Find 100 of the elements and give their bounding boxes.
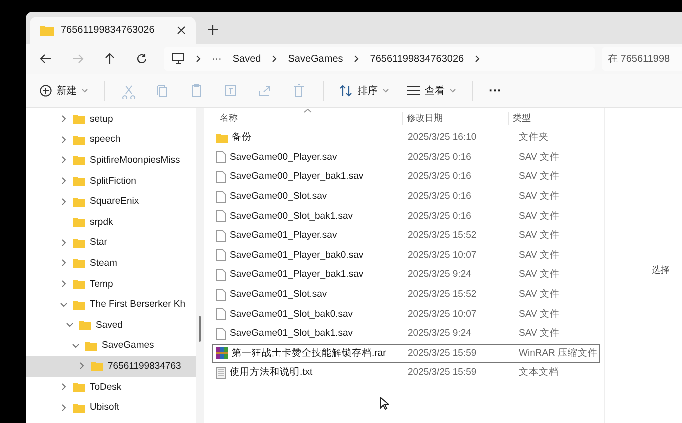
file-row[interactable]: SaveGame00_Slot_bak1.sav 2025/3/25 0:16 SAV 文件 [212,206,600,226]
file-type: SAV 文件 [518,170,561,184]
file-type: SAV 文件 [518,288,561,302]
file-row[interactable]: 第一狂战士卡赞全技能解锁存档.rar 2025/3/25 15:59 WinRAR 压缩文件 [212,344,600,364]
file-icon [216,170,226,183]
file-row[interactable]: SaveGame01_Slot_bak1.sav 2025/3/25 9:24 SAV 文件 [212,324,600,344]
file-type: WinRAR 压缩文件 [518,346,599,360]
file-name: SaveGame01_Slot_bak0.sav [230,308,354,320]
file-row[interactable]: SaveGame01_Slot_bak0.sav 2025/3/25 10:07 SAV 文件 [212,304,600,324]
modified-date: 2025/3/25 15:59 [407,348,478,359]
chevron-icon[interactable] [272,55,278,63]
modified-date: 2025/3/25 15:59 [407,367,478,378]
file-row[interactable]: SaveGame00_Slot.sav 2025/3/25 0:16 SAV 文件 [212,186,600,206]
tree-item[interactable]: srpdk [26,212,196,233]
tree-item[interactable]: Steam [26,253,196,274]
file-icon [216,268,226,281]
view-button[interactable]: 查看 [403,80,460,100]
column-header[interactable]: 修改日期 [402,112,508,124]
file-icon [216,328,226,340]
folder-icon [40,25,54,36]
file-row[interactable]: SaveGame01_Player.sav 2025/3/25 15:52 SAV 文件 [212,226,600,246]
window-tab[interactable]: 76561199834763026 [30,17,196,44]
folder-icon [91,361,103,372]
folder-icon [73,279,85,290]
file-type: SAV 文件 [518,268,561,282]
tree-item[interactable]: SplitFiction [26,170,196,192]
file-row[interactable]: SaveGame01_Slot.sav 2025/3/25 15:52 SAV 文件 [212,284,600,304]
file-name: SaveGame01_Player_bak1.sav [230,269,364,280]
sort-button[interactable]: 排序 [336,80,393,100]
file-name: SaveGame01_Player.sav [230,230,338,242]
sort-arrows-icon [340,84,353,96]
modified-date: 2025/3/25 0:16 [407,152,472,163]
tree-item[interactable]: Saved [26,314,196,336]
file-name: SaveGame01_Slot.sav [230,289,328,300]
tree-item[interactable]: SpitfireMoonpiesMiss [26,150,196,171]
folder-icon [73,300,85,310]
back-arrow-icon[interactable] [40,53,52,65]
column-header[interactable]: 名称 [212,112,402,124]
file-type: SAV 文件 [518,229,561,242]
file-type: SAV 文件 [518,150,561,164]
folder-icon [73,382,85,392]
list-lines-icon [407,86,420,96]
breadcrumb[interactable]: 76561199834763026 [370,54,464,64]
tree-item[interactable]: Star [26,232,196,254]
file-row[interactable]: 备份 2025/3/25 16:10 文件夹 [212,128,600,148]
file-row[interactable]: SaveGame00_Player.sav 2025/3/25 0:16 SAV 文件 [212,148,600,168]
scrollbar-thumb[interactable] [199,316,201,342]
new-tab-icon[interactable] [208,25,218,35]
file-icon [216,288,226,301]
text-document-icon [216,366,226,379]
new-button[interactable]: 新建 [36,80,92,100]
chevron-icon[interactable] [475,55,480,63]
modified-date: 2025/3/25 10:07 [407,308,478,320]
tree-item[interactable]: setup [26,109,196,130]
file-row[interactable]: SaveGame00_Player_bak1.sav 2025/3/25 0:16 SAV 文件 [212,167,600,187]
folder-icon [73,238,85,248]
file-type: SAV 文件 [518,210,561,223]
folder-icon [85,340,97,351]
folder-icon [79,320,91,330]
breadcrumb[interactable]: SaveGames [288,54,344,64]
file-icon [216,210,226,222]
tree-item[interactable]: speech [26,130,196,150]
close-icon[interactable] [177,26,186,35]
address-bar[interactable]: ··· Saved SaveGames 76561199834763026 [164,47,595,71]
file-row[interactable]: 使用方法和说明.txt 2025/3/25 15:59 文本文档 [212,363,600,383]
search-field[interactable]: 在 765611998 [602,47,682,71]
up-arrow-icon[interactable] [104,53,116,65]
modified-date: 2025/3/25 10:07 [407,250,478,261]
file-name: 备份 [232,131,252,144]
tree-item[interactable]: SquareEnix [26,191,196,212]
tree-item[interactable]: Temp [26,274,196,294]
file-name: SaveGame00_Slot_bak1.sav [230,210,354,222]
mouse-pointer-icon [380,397,389,410]
modified-date: 2025/3/25 16:10 [407,132,478,144]
more-button[interactable]: ··· [485,80,506,101]
caret-icon [383,88,389,92]
column-header[interactable]: 类型 [508,112,604,124]
refresh-icon[interactable] [136,53,148,65]
tree-item[interactable]: ToDesk [26,376,196,398]
file-row[interactable]: SaveGame01_Player_bak0.sav 2025/3/25 10:07 SAV 文件 [212,246,600,266]
file-name: 使用方法和说明.txt [230,366,313,380]
folder-icon [73,402,85,413]
folder-icon [73,258,85,268]
sort-caret-icon [304,109,312,113]
file-type: SAV 文件 [518,327,561,340]
modified-date: 2025/3/25 9:24 [407,269,472,280]
chevron-icon[interactable] [354,55,360,63]
caret-icon [450,88,456,92]
breadcrumb-overflow[interactable]: ··· [212,54,222,64]
breadcrumb[interactable]: Saved [232,54,262,64]
tree-item[interactable]: SaveGames [26,336,196,356]
tree-item[interactable]: 76561199834763 [26,356,196,377]
file-type: 文本文档 [518,366,560,380]
file-row[interactable]: SaveGame01_Player_bak1.sav 2025/3/25 9:24 SAV 文件 [212,265,600,285]
file-name: SaveGame01_Player_bak0.sav [230,250,364,261]
file-icon [216,190,226,203]
tree-item[interactable]: Ubisoft [26,397,196,418]
folder-icon [73,155,85,166]
modified-date: 2025/3/25 0:16 [407,171,472,182]
tree-item[interactable]: The First Berserker Kh [26,294,196,315]
